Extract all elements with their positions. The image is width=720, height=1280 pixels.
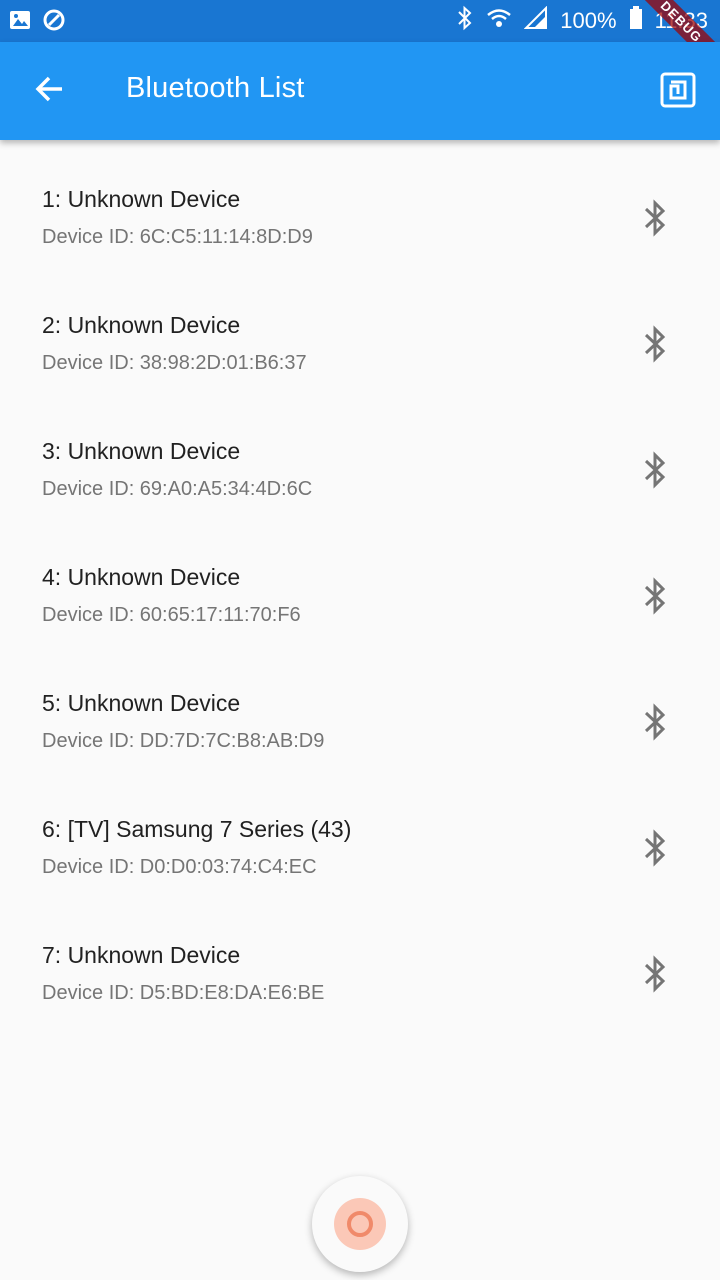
device-name: 3: Unknown Device — [42, 438, 241, 464]
battery-icon — [629, 6, 643, 36]
device-id: Device ID: DD:7D:7C:B8:AB:D9 — [42, 730, 325, 752]
device-name: 1: Unknown Device — [42, 186, 241, 212]
list-item-device-6[interactable]: 6: [TV] Samsung 7 Series (43) Device ID:… — [0, 770, 720, 896]
vpn-shield-icon — [42, 8, 66, 37]
gallery-icon — [8, 8, 32, 37]
bluetooth-icon[interactable] — [638, 576, 672, 616]
list-item-device-4[interactable]: 4: Unknown Device Device ID: 60:65:17:11… — [0, 518, 720, 644]
device-name: 7: Unknown Device — [42, 942, 241, 968]
bluetooth-icon[interactable] — [638, 702, 672, 742]
scan-fab-button[interactable] — [312, 1176, 408, 1272]
scan-ring-icon — [334, 1198, 386, 1250]
device-id: Device ID: 60:65:17:11:70:F6 — [42, 604, 301, 626]
bluetooth-icon[interactable] — [638, 450, 672, 490]
wifi-icon — [486, 6, 512, 36]
list-item-device-1[interactable]: 1: Unknown Device Device ID: 6C:C5:11:14… — [0, 140, 720, 266]
page-title: Bluetooth List — [126, 72, 305, 104]
device-id: Device ID: 6C:C5:11:14:8D:D9 — [42, 226, 313, 248]
arrow-back-icon — [34, 73, 66, 110]
nfc-button[interactable] — [660, 72, 696, 108]
bluetooth-icon[interactable] — [638, 828, 672, 868]
status-bar: 100% 11:33 DEBUG — [0, 0, 720, 83]
device-id: Device ID: 69:A0:A5:34:4D:6C — [42, 478, 313, 500]
battery-text: 100% — [560, 8, 617, 33]
signal-icon — [523, 5, 548, 36]
device-name: 4: Unknown Device — [42, 564, 241, 590]
back-button[interactable] — [26, 67, 74, 115]
nfc-icon — [660, 72, 696, 112]
device-list: 1: Unknown Device Device ID: 6C:C5:11:14… — [0, 140, 720, 1022]
list-item-device-7[interactable]: 7: Unknown Device Device ID: D5:BD:E8:DA… — [0, 896, 720, 1022]
bluetooth-icon[interactable] — [638, 954, 672, 994]
list-item-device-5[interactable]: 5: Unknown Device Device ID: DD:7D:7C:B8… — [0, 644, 720, 770]
list-item-device-3[interactable]: 3: Unknown Device Device ID: 69:A0:A5:34… — [0, 392, 720, 518]
bluetooth-icon[interactable] — [638, 198, 672, 238]
app-bar: Bluetooth List — [0, 42, 720, 140]
device-name: 5: Unknown Device — [42, 690, 241, 716]
bluetooth-icon — [456, 5, 474, 37]
device-name: 6: [TV] Samsung 7 Series (43) — [42, 816, 352, 842]
list-item-device-2[interactable]: 2: Unknown Device Device ID: 38:98:2D:01… — [0, 266, 720, 392]
device-name: 2: Unknown Device — [42, 312, 241, 338]
device-id: Device ID: D0:D0:03:74:C4:EC — [42, 856, 317, 878]
device-id: Device ID: D5:BD:E8:DA:E6:BE — [42, 982, 325, 1004]
device-id: Device ID: 38:98:2D:01:B6:37 — [42, 352, 307, 374]
bluetooth-icon[interactable] — [638, 324, 672, 364]
